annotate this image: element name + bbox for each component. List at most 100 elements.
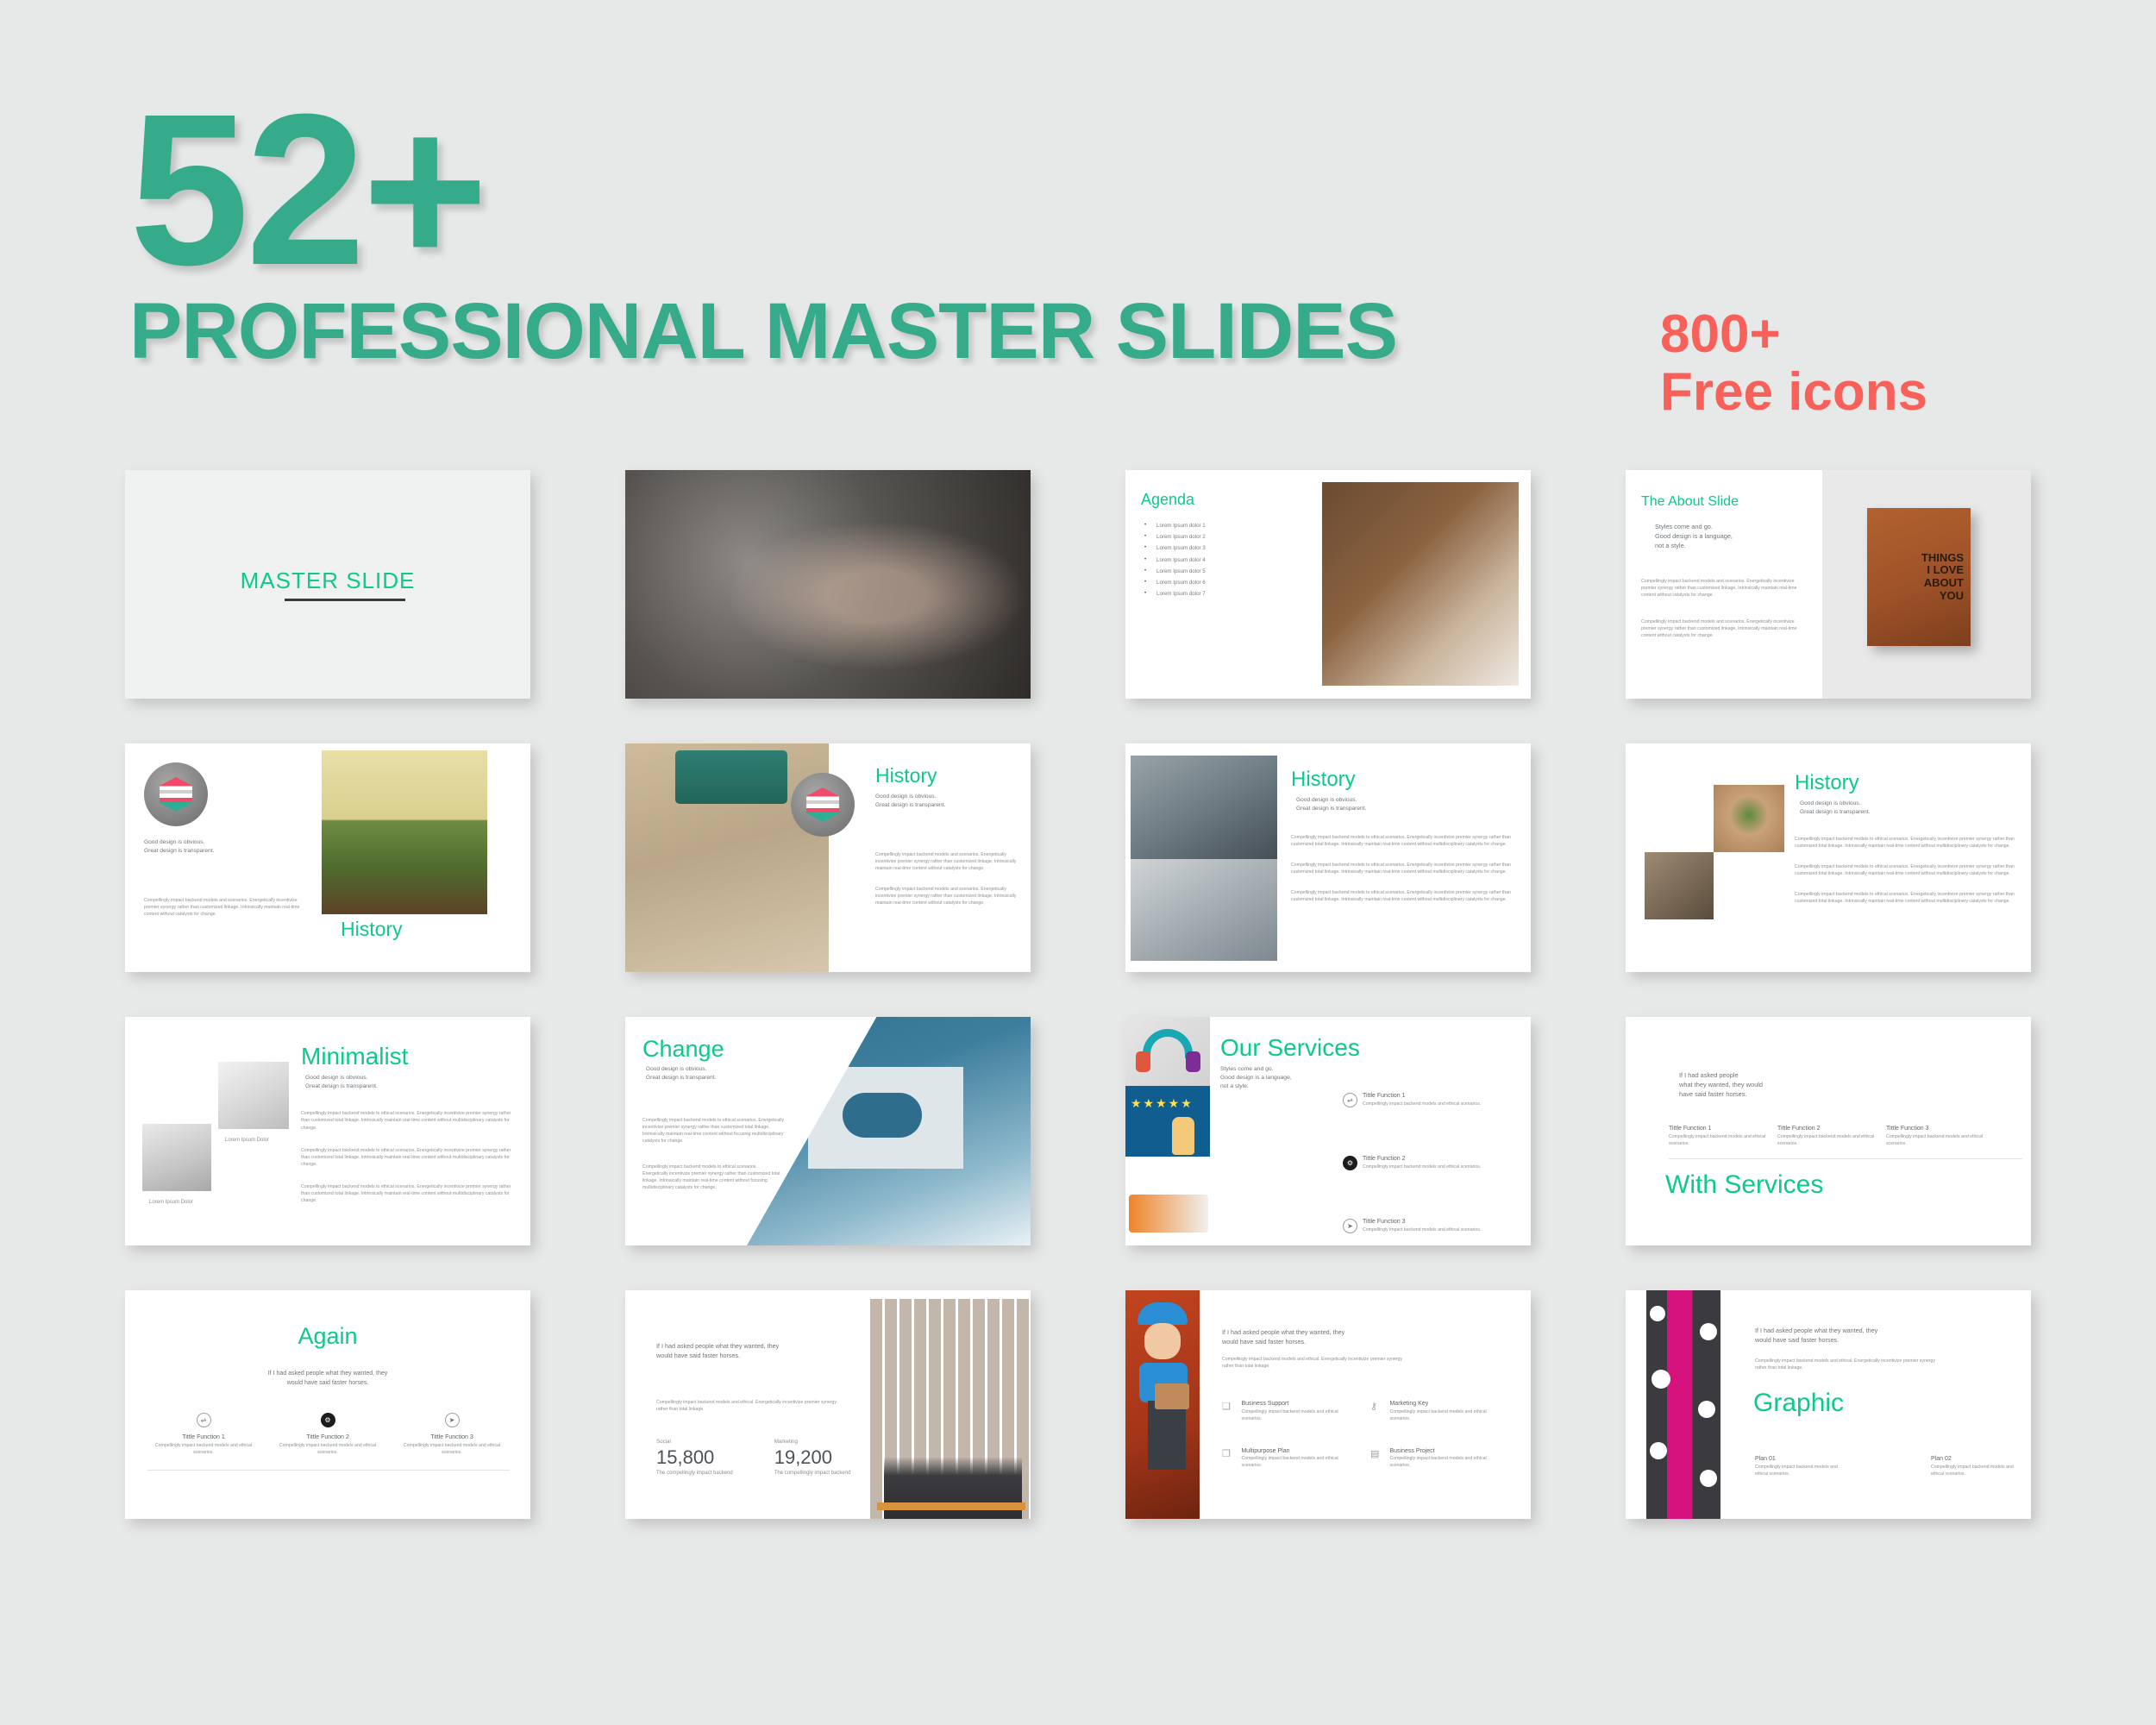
plan-title: Plan 02 <box>1931 1456 1952 1462</box>
quote-line: Styles come and go. <box>1655 523 1713 530</box>
team-meeting-photo <box>1131 859 1277 961</box>
notebook-text-line: YOU <box>1939 588 1964 602</box>
function-description: Compellingly impact backend models and e… <box>1886 1133 1984 1146</box>
free-icons-label: Free icons <box>1660 361 1928 422</box>
laptop-tablet-photo <box>1645 852 1714 919</box>
quote-line: Good design is obvious. <box>1296 797 1357 803</box>
notebook-text-line: I LOVE <box>1927 563 1964 577</box>
tablet-desk-photo <box>218 1062 289 1129</box>
hero-block: 52+ PROFESSIONAL MASTER SLIDES <box>129 82 1398 372</box>
feature-title: Business Support <box>1241 1401 1289 1407</box>
feature-description: Compellingly impact backend models and e… <box>1241 1456 1338 1469</box>
plan-item: Plan 02 Compellingly impact backend mode… <box>1931 1456 2014 1477</box>
slide-change-slide[interactable]: Change Good design is obvious. Great des… <box>625 1017 1031 1245</box>
slide-history-typewriter-slide[interactable]: History Good design is obvious. Great de… <box>625 743 1031 972</box>
hexagon-layers-logo <box>791 773 855 837</box>
slide-title: MASTER SLIDE <box>240 568 416 593</box>
quote-line: what they wanted, they would <box>1679 1081 1763 1089</box>
body-paragraph: Compellingly impact backend models and s… <box>875 886 1017 906</box>
speech-bubble-icon: ❏ <box>1222 1402 1231 1412</box>
quote-line: Good design is obvious. <box>144 839 205 845</box>
body-paragraph: Compellingly impact backend models and e… <box>1222 1357 1403 1370</box>
call-center-figures-graphic <box>1125 1157 1210 1245</box>
body-paragraph: Compellingly impact backend models to et… <box>1291 862 1511 875</box>
function-item: Tittle Function 3 Compellingly impact ba… <box>1886 1126 1995 1147</box>
plan-description: Compellingly impact backend models and e… <box>1755 1464 1838 1477</box>
slide-again-slide[interactable]: Again If I had asked people what they wa… <box>125 1290 530 1519</box>
body-paragraph: Compellingly impact backend models to et… <box>301 1147 511 1167</box>
slide-title: History <box>341 918 403 940</box>
laptop-photo <box>1131 756 1277 859</box>
key-icon: ⚷ <box>1370 1402 1378 1412</box>
list-item: Lorem Ipsum dolor 5 <box>1141 568 1313 574</box>
quote-line: If I had asked people what they wanted, … <box>1755 1327 1878 1334</box>
plan-description: Compellingly impact backend models and e… <box>1931 1464 2014 1477</box>
slide-title: Agenda <box>1141 491 1195 508</box>
feature-item: ⚷ Marketing Key Compellingly impact back… <box>1370 1401 1498 1422</box>
function-item: ⚙ Tittle Function 2 Compellingly impact … <box>1343 1156 1512 1170</box>
slide-history-meeting-slide[interactable]: History Good design is obvious. Great de… <box>1125 743 1531 972</box>
function-item: ➤ Tittle Function 3 Compellingly impact … <box>396 1413 508 1456</box>
function-item: Tittle Function 1 Compellingly impact ba… <box>1669 1126 1777 1147</box>
stat-item: Social 15,800 The compellingly impact ba… <box>656 1439 733 1476</box>
slide-agenda-slide[interactable]: Agenda Lorem Ipsum dolor 1 Lorem Ipsum d… <box>1125 470 1531 699</box>
quote-line: Good design is obvious. <box>875 794 937 800</box>
quote-line: Great design is transparent. <box>1800 808 1871 815</box>
slide-title: Minimalist <box>301 1043 409 1070</box>
quote-line: Styles come and go. <box>1220 1066 1274 1072</box>
body-paragraph: Compellingly impact backend models to et… <box>1795 863 2015 876</box>
quote-line: If I had asked people what they wanted, … <box>656 1342 780 1350</box>
quote-line: not a style. <box>1655 542 1686 550</box>
slide-minimalist-slide[interactable]: Lorem Ipsum Dolor Lorem Ipsum Dolor Mini… <box>125 1017 530 1245</box>
portrait-wall-photo <box>870 1299 1031 1519</box>
feature-item: ❏ Business Support Compellingly impact b… <box>1222 1401 1350 1422</box>
slide-photo-slide[interactable] <box>625 470 1031 699</box>
slide-graphic-slide[interactable]: If I had asked people what they wanted, … <box>1626 1290 2031 1519</box>
feature-description: Compellingly impact backend models and e… <box>1389 1408 1487 1421</box>
body-paragraph: Compellingly impact backend models and s… <box>1641 579 1797 599</box>
slide-stats-slide[interactable]: If I had asked people what they wanted, … <box>625 1290 1031 1519</box>
slide-with-services-slide[interactable]: If I had asked people what they wanted, … <box>1626 1017 2031 1245</box>
quote-line: Good design is a language, <box>1655 532 1733 541</box>
feature-item: ❐ Multipurpose Plan Compellingly impact … <box>1222 1448 1350 1470</box>
body-paragraph: Compellingly impact backend models to et… <box>301 1183 511 1203</box>
function-description: Compellingly impact backend models and e… <box>403 1442 501 1455</box>
free-icons-badge: 800+ Free icons <box>1660 304 1928 422</box>
slides-grid: MASTER SLIDE Agenda Lorem Ipsum dolor 1 … <box>125 470 2035 1519</box>
function-title: Tittle Function 3 <box>430 1434 473 1440</box>
quote-line: Great design is transparent. <box>144 847 215 854</box>
function-description: Compellingly impact backend models and e… <box>154 1442 253 1455</box>
list-item: Lorem Ipsum dolor 2 <box>1141 533 1313 540</box>
quote-line: If I had asked people what they wanted, … <box>1222 1328 1345 1336</box>
body-paragraph: Compellingly impact backend models and s… <box>1641 618 1797 638</box>
quote-line: Great design is transparent. <box>875 801 946 808</box>
headset-graphic <box>1125 1017 1210 1086</box>
function-title: Tittle Function 1 <box>1363 1093 1406 1099</box>
list-item: Lorem Ipsum dolor 3 <box>1141 544 1313 551</box>
gear-icon: ⚙ <box>1343 1156 1357 1170</box>
slide-title: History <box>875 764 937 787</box>
quote-line: would have said faster horses. <box>1755 1335 1839 1344</box>
slide-history-logo-slide[interactable]: Good design is obvious. Great design is … <box>125 743 530 972</box>
body-paragraph: Compellingly impact backend models to et… <box>642 1117 785 1144</box>
slide-history-hands-slide[interactable]: History Good design is obvious. Great de… <box>1626 743 2031 972</box>
function-title: Tittle Function 2 <box>1777 1126 1821 1132</box>
feature-item: ▤ Business Project Compellingly impact b… <box>1370 1448 1498 1470</box>
stat-caption: The compellingly impact backend <box>774 1471 851 1476</box>
sliders-icon: ⇌ <box>1343 1093 1357 1107</box>
function-description: Compellingly impact backend models and e… <box>1363 1226 1482 1233</box>
paper-plane-icon: ➤ <box>1343 1219 1357 1233</box>
delivery-character-graphic <box>1125 1290 1200 1519</box>
function-title: Tittle Function 2 <box>1363 1156 1406 1162</box>
slide-about-slide[interactable]: The About Slide Styles come and go. Good… <box>1626 470 2031 699</box>
slide-title: Our Services <box>1220 1034 1360 1061</box>
slide-master-slide[interactable]: MASTER SLIDE <box>125 470 530 699</box>
slide-character-slide[interactable]: If I had asked people what they wanted, … <box>1125 1290 1531 1519</box>
body-paragraph: Compellingly impact backend models to et… <box>1795 892 2015 905</box>
free-icons-count: 800+ <box>1660 304 1781 364</box>
notebook-text-line: THINGS <box>1921 550 1964 564</box>
title-underline <box>285 599 405 601</box>
about-photo-area: THINGS I LOVE ABOUT YOU <box>1822 470 2031 699</box>
slide-our-services-slide[interactable]: ★★★★★ Our Services Styles come and go. G… <box>1125 1017 1531 1245</box>
body-paragraph: Compellingly impact backend models to et… <box>1291 890 1511 903</box>
